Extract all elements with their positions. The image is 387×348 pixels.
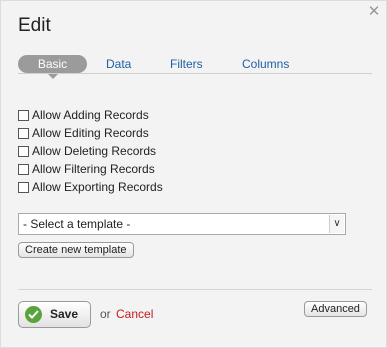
option-row: Allow Adding Records [18,106,163,124]
tab-columns[interactable]: Columns [242,55,289,73]
option-label: Allow Deleting Records [32,144,157,158]
create-template-button[interactable]: Create new template [18,242,134,258]
allow-adding-checkbox[interactable] [18,109,29,121]
option-label: Allow Filtering Records [32,162,155,176]
save-button[interactable]: Save [18,301,91,328]
option-label: Allow Adding Records [32,108,149,122]
template-select[interactable]: - Select a template - ∨ [18,213,346,235]
cancel-link[interactable]: Cancel [116,307,153,321]
save-label: Save [50,307,79,321]
edit-dialog: Edit ✕ Basic Data Filters Columns Allow … [0,0,387,348]
option-row: Allow Exporting Records [18,178,163,196]
option-row: Allow Deleting Records [18,142,163,160]
template-select-value: - Select a template - [23,217,131,231]
option-label: Allow Exporting Records [32,180,163,194]
advanced-button[interactable]: Advanced [304,301,367,317]
close-icon[interactable]: ✕ [367,4,381,19]
checkmark-icon [25,306,42,323]
allow-filtering-checkbox[interactable] [18,163,29,175]
tab-bar: Basic Data Filters Columns [18,55,372,74]
footer-divider [18,289,372,290]
option-row: Allow Editing Records [18,124,163,142]
or-separator: or [100,307,111,321]
chevron-down-icon[interactable]: ∨ [329,215,344,233]
dialog-title: Edit [18,15,51,36]
allow-editing-checkbox[interactable] [18,127,29,139]
allow-exporting-checkbox[interactable] [18,181,29,193]
option-label: Allow Editing Records [32,126,149,140]
permission-options: Allow Adding Records Allow Editing Recor… [18,106,163,196]
allow-deleting-checkbox[interactable] [18,145,29,157]
active-tab-pointer [48,74,58,79]
tab-basic[interactable]: Basic [18,55,87,73]
tab-data[interactable]: Data [106,55,131,73]
option-row: Allow Filtering Records [18,160,163,178]
tab-filters[interactable]: Filters [170,55,203,73]
